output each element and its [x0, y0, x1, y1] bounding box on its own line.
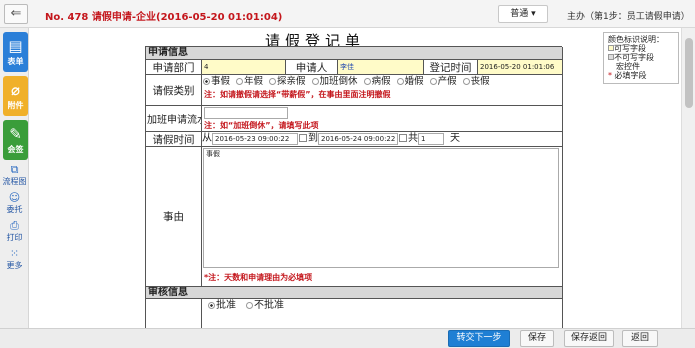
total-label: 共: [408, 133, 418, 144]
time-start-input[interactable]: 2016-05-23 09:00:22: [212, 133, 298, 145]
leave-type-radio[interactable]: [396, 78, 404, 85]
bottom-action-bar: 转交下一步 保存 保存返回 返回: [0, 328, 695, 348]
leave-type-label: 丧假: [470, 76, 490, 87]
leave-type-radio[interactable]: [269, 78, 277, 85]
step-indicator: 主办（第1步：员工请假申请）: [567, 12, 690, 22]
leave-type-radio[interactable]: [429, 78, 437, 85]
leave-type-label: 病假: [371, 76, 391, 87]
user-icon: ☺: [8, 191, 21, 204]
form-icon: ▤: [8, 37, 23, 55]
time-from-label: 从: [202, 133, 212, 144]
applicant-input[interactable]: 李佳: [338, 60, 424, 75]
flowchart-button[interactable]: ⧉ 流程图: [0, 164, 29, 187]
grid-icon: ⁙: [9, 247, 20, 260]
back-button[interactable]: ⇐: [4, 4, 28, 24]
time-field: 从 2016-05-23 09:00:22 到 2016-05-24 09:00:22…: [202, 132, 563, 147]
legend-title: 颜色标识说明：: [608, 35, 664, 44]
top-toolbar: ⇐ No. 478 请假申请-企业(2016-05-20 01:01:04) 普…: [0, 0, 695, 28]
approve-radio[interactable]: [208, 302, 215, 309]
time-to-label: 到: [308, 133, 318, 144]
overtime-hint: 注：如“加班倒休”，请填写此项: [204, 121, 319, 130]
flowchart-icon: ⧉: [10, 163, 19, 176]
overtime-input[interactable]: [204, 107, 288, 119]
section-apply-header: 申请信息: [146, 47, 563, 60]
reg-time-input[interactable]: 2016-05-20 01:01:06: [478, 60, 563, 75]
leave-type-radios: 事假 年假 探亲假 加班倒休 病假 婚假 产假 丧假: [202, 75, 562, 89]
review-label-cell: [146, 299, 202, 329]
leave-type-radio[interactable]: [462, 78, 470, 85]
scrollbar-thumb[interactable]: [685, 38, 693, 108]
legend-item-required: * 必填字段: [608, 71, 647, 80]
sidebar-item-countersign[interactable]: ✎ 会签: [3, 120, 28, 160]
total-days-input[interactable]: 1: [418, 133, 444, 145]
submit-next-button[interactable]: 转交下一步: [448, 330, 510, 347]
leave-type-label: 事假: [211, 76, 231, 87]
approve-field: 批准 不批准: [202, 299, 563, 329]
type-hint: 注：如请撤假请选择“带薪假”，在事由里面注明撤假: [204, 90, 391, 99]
vertical-scrollbar[interactable]: [681, 28, 695, 328]
leave-form-table: 申请信息 申请部门 4 申请人 李佳 登记时间 2016-05-20 01:01…: [145, 46, 563, 329]
sidebar-item-attachment[interactable]: ⌀ 附件: [3, 76, 28, 116]
paperclip-icon: ⌀: [10, 81, 21, 99]
dept-input[interactable]: 4: [202, 60, 286, 75]
save-return-button[interactable]: 保存返回: [564, 330, 614, 347]
leave-type-label: 加班倒休: [319, 76, 358, 87]
leave-type-label: 年假: [244, 76, 264, 87]
reg-time-label: 登记时间: [424, 60, 478, 75]
leave-type-radio[interactable]: [311, 78, 319, 85]
document-title: No. 478 请假申请-企业(2016-05-20 01:01:04): [45, 12, 283, 23]
sidebar: ▤ 表单 ⌀ 附件 ✎ 会签 ⧉ 流程图 ☺ 委托 ⎙ 打印 ⁙ 更多: [0, 28, 29, 348]
legend-item-macro: 宏控件: [616, 62, 640, 71]
leave-type-label: 婚假: [404, 76, 424, 87]
time-end-input[interactable]: 2016-05-24 09:00:22: [318, 133, 398, 145]
leave-type-radio[interactable]: [236, 78, 244, 85]
legend-item-readonly: 不可写字段: [608, 53, 674, 62]
save-button[interactable]: 保存: [520, 330, 554, 347]
calendar-icon[interactable]: [399, 134, 407, 142]
day-unit: 天: [450, 133, 460, 144]
leave-type-radio[interactable]: [363, 78, 371, 85]
reason-label: 事由: [146, 147, 202, 287]
leave-type-radio[interactable]: [203, 78, 210, 85]
dept-label: 申请部门: [146, 60, 202, 75]
applicant-label: 申请人: [286, 60, 338, 75]
delegate-button[interactable]: ☺ 委托: [0, 192, 29, 215]
overtime-label: 加班申请流水号: [146, 106, 202, 132]
priority-dropdown[interactable]: 普通 ▾: [498, 5, 548, 23]
reason-textarea[interactable]: 事假: [203, 148, 559, 268]
sidebar-item-form[interactable]: ▤ 表单: [3, 32, 28, 72]
type-field: 事假 年假 探亲假 加班倒休 病假 婚假 产假 丧假 注：如请撤假请选择“带薪假”，在事由里面…: [202, 75, 563, 106]
time-label: 请假时间: [146, 132, 202, 147]
reason-field: 事假 *注：天数和申请理由为必填项: [202, 147, 563, 287]
reject-radio[interactable]: [246, 302, 253, 309]
more-button[interactable]: ⁙ 更多: [0, 248, 29, 271]
leave-type-label: 探亲假: [277, 76, 306, 87]
edit-icon: ✎: [9, 125, 22, 143]
legend-item-writable: 可写字段: [608, 44, 674, 53]
type-label: 请假类别: [146, 75, 202, 106]
overtime-field: 注：如“加班倒休”，请填写此项: [202, 106, 563, 132]
leave-type-label: 产假: [437, 76, 457, 87]
required-hint: *注：天数和申请理由为必填项: [204, 273, 313, 282]
color-legend: 颜色标识说明： 可写字段 不可写字段 宏控件 * 必填字段: [603, 32, 679, 84]
section-review-header: 审核信息: [146, 287, 563, 299]
print-button[interactable]: ⎙ 打印: [0, 220, 29, 243]
return-button[interactable]: 返回: [622, 330, 658, 347]
calendar-icon[interactable]: [299, 134, 307, 142]
printer-icon: ⎙: [10, 219, 19, 232]
